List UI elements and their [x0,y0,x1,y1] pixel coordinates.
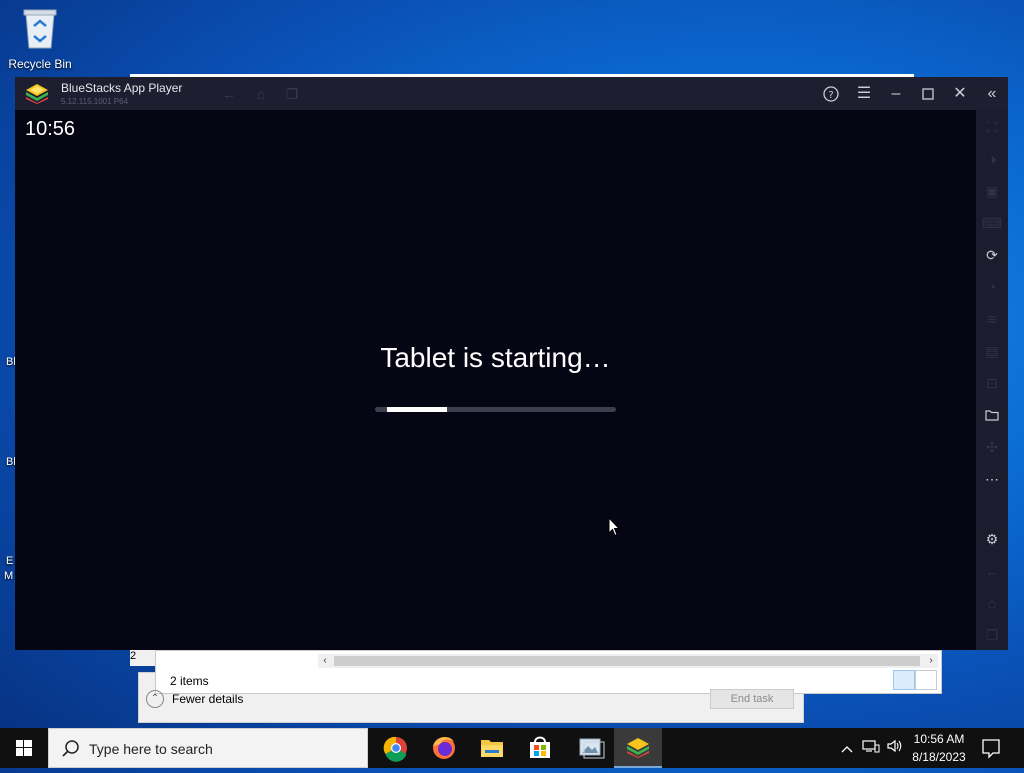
taskbar-image-viewer[interactable] [566,728,614,768]
bluestacks-sidebar: ⛶ 🕨 ▣ ⌨ ⟳ ◔ ≋ ▤ ⊡ ✣ ⋯ ⚙ ← ⌂ ❐ [976,110,1008,650]
store-icon [530,736,550,758]
recycle-bin-label: Recycle Bin [8,57,72,71]
home-icon[interactable]: ⌂ [252,85,270,103]
fewer-details-label: Fewer details [172,692,244,706]
desktop-edge-label: M [4,570,14,582]
search-icon [62,740,79,757]
show-hidden-icons-icon[interactable] [838,728,856,768]
settings-icon[interactable]: ⚙ [976,528,1008,550]
recycle-bin-icon [23,9,57,49]
menu-icon[interactable]: ☰ [853,83,875,105]
scroll-thumb[interactable] [334,656,920,666]
bluestacks-icon [627,738,649,758]
taskbar-clock[interactable]: 10:56 AM 8/18/2023 [906,730,972,766]
mouse-cursor-icon [608,517,620,537]
screenshot-icon[interactable]: ⊡ [976,372,1008,394]
network-icon[interactable] [860,728,882,768]
fullscreen-icon[interactable]: ⛶ [976,116,1008,138]
shake-icon[interactable]: ≋ [976,308,1008,330]
large-icons-view-icon[interactable] [915,670,937,690]
desktop-edge-label: E [6,555,14,567]
recycle-bin[interactable]: Recycle Bin [4,6,76,71]
bluestacks-window: BlueStacks App Player 5.12.115.1001 P64 … [15,77,1008,650]
boot-progress-bar [375,407,616,412]
taskbar-bluestacks[interactable] [614,728,662,768]
volume-icon[interactable]: 🕨 [976,148,1008,170]
display-icon[interactable]: ▣ [976,180,1008,202]
rotate-icon[interactable]: ◔ [976,276,1008,298]
location-icon[interactable]: ✣ [976,436,1008,458]
scroll-right-icon[interactable]: › [924,654,938,668]
window-title: BlueStacks App Player [61,81,183,95]
back-icon[interactable]: ← [220,85,238,103]
android-clock: 10:56 [25,118,76,140]
explorer-horizontal-scrollbar[interactable]: ‹ › [318,654,938,668]
folder-icon [481,740,503,757]
notification-icon[interactable] [980,737,1002,759]
explorer-item-count: 2 items [170,674,209,688]
firefox-icon [433,737,455,759]
recent-apps-icon[interactable]: ❐ [976,624,1008,646]
chevron-up-icon: ⌃ [146,690,164,708]
keyboard-icon[interactable]: ⌨ [976,212,1008,234]
start-button[interactable] [0,728,48,768]
more-icon[interactable]: ⋯ [976,468,1008,490]
android-screen[interactable]: 10:56 Tablet is starting… [15,110,976,650]
partial-count: 2 [130,650,137,662]
help-icon[interactable]: ? [820,83,842,105]
taskbar-firefox[interactable] [420,728,468,768]
clock-time: 10:56 AM [913,732,965,746]
progress-fill [387,407,447,412]
scroll-left-icon[interactable]: ‹ [318,654,332,668]
apk-icon[interactable]: ▤ [976,340,1008,362]
collapse-sidebar-icon[interactable]: « [981,83,1003,105]
svg-text:?: ? [828,90,833,101]
close-icon[interactable]: ✕ [949,83,971,105]
search-placeholder: Type here to search [89,741,213,757]
taskbar: Type here to search 10:56 AM 8/18/2023 [0,728,1024,768]
windows-logo-icon [16,740,32,756]
fewer-details-button[interactable]: ⌃ Fewer details [146,690,243,708]
taskbar-store[interactable] [516,728,564,768]
chrome-icon [383,736,407,762]
maximize-icon[interactable] [917,83,939,105]
volume-icon[interactable] [884,728,906,768]
multitask-icon[interactable]: ❐ [283,85,301,103]
details-view-icon[interactable] [893,670,915,690]
task-manager-partial: 2 [130,650,156,666]
end-task-button[interactable]: End task [710,689,794,709]
android-home-icon[interactable]: ⌂ [976,592,1008,614]
android-back-icon[interactable]: ← [976,560,1008,582]
taskbar-search-box[interactable]: Type here to search [48,728,368,768]
taskbar-chrome[interactable] [372,728,420,768]
starting-message: Tablet is starting… [380,342,611,373]
bluestacks-titlebar[interactable]: BlueStacks App Player 5.12.115.1001 P64 … [15,77,1008,110]
macro-icon[interactable]: ⟳ [976,244,1008,266]
minimize-icon[interactable]: – [885,83,907,105]
folder-icon[interactable] [976,404,1008,426]
bluestacks-logo-icon [26,84,48,104]
taskbar-file-explorer[interactable] [468,728,516,768]
clock-date: 8/18/2023 [912,750,966,764]
image-viewer-icon [579,738,605,759]
version-label: 5.12.115.1001 P64 [61,97,129,106]
